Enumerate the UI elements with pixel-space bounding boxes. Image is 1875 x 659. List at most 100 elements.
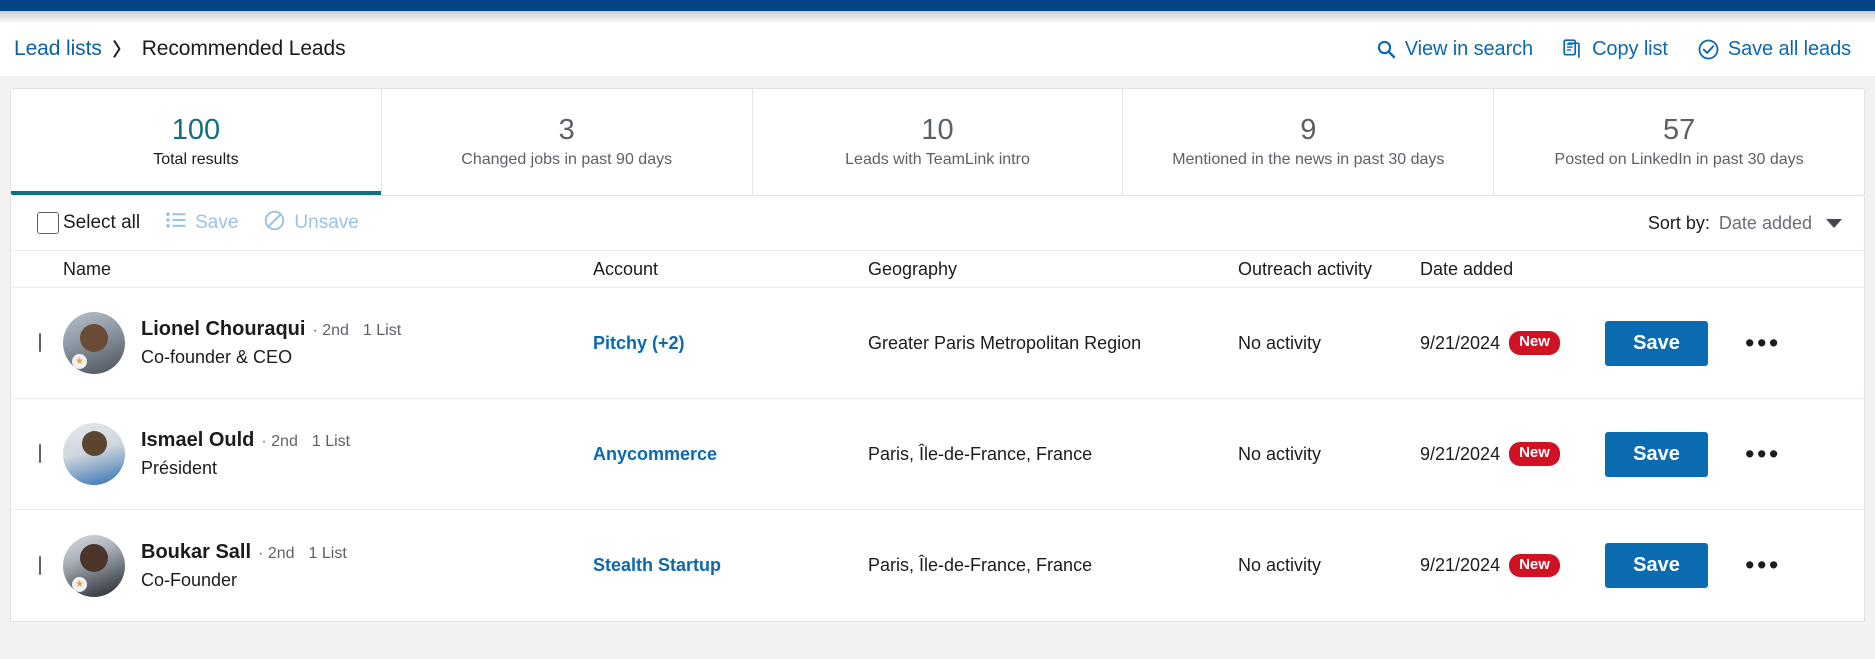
save-all-leads-button[interactable]: Save all leads [1698,38,1851,61]
stat-value: 3 [558,114,575,146]
geography-cell: Paris, Île-de-France, France [868,555,1093,575]
save-lead-button[interactable]: Save [1605,543,1708,588]
stat-tab-mentioned-in-news[interactable]: 9 Mentioned in the news in past 30 days [1123,89,1495,195]
column-header-name: Name [63,258,112,279]
table-header-row: Name Account Geography Outreach activity… [11,250,1864,288]
lead-title: Co-Founder [141,569,238,590]
avatar-badge-icon: ★ [72,576,87,592]
view-in-search-button[interactable]: View in search [1376,38,1533,61]
check-circle-icon [1698,39,1719,60]
column-header-date-added: Date added [1420,258,1514,279]
row-select-checkbox[interactable] [39,444,41,463]
connection-degree: · 2nd [261,433,298,450]
outreach-activity-cell: No activity [1238,332,1322,353]
stat-tab-changed-jobs[interactable]: 3 Changed jobs in past 90 days [382,89,753,195]
view-in-search-label: View in search [1404,37,1534,60]
copy-list-label: Copy list [1592,37,1668,60]
stat-tab-posted-on-linkedin[interactable]: 57 Posted on LinkedIn in past 30 days [1494,89,1864,195]
column-header-geography: Geography [868,258,958,279]
bulk-unsave-label: Unsave [294,212,359,233]
app-top-bar [0,0,1875,11]
column-header-outreach-activity: Outreach activity [1238,258,1373,279]
breadcrumb-lead-lists[interactable]: Lead lists [14,37,102,61]
lead-name-link[interactable]: Boukar Sall [141,541,251,564]
bulk-unsave-button[interactable]: Unsave [264,210,359,237]
outreach-activity-cell: No activity [1238,443,1322,464]
account-cell: Stealth Startup [593,555,868,576]
sort-by-value[interactable]: Date added [1719,213,1812,234]
copy-icon [1563,38,1583,60]
stat-value: 9 [1300,114,1317,146]
toolbar-left-group: Select all Save Unsave [37,210,359,237]
stat-tab-teamlink-intro[interactable]: 10 Leads with TeamLink intro [753,89,1124,195]
results-panel: Select all Save Unsave Sort by: Date add… [10,196,1865,622]
save-cell: Save [1605,320,1745,366]
select-all-checkbox[interactable] [37,212,59,234]
stat-value: 100 [171,114,221,146]
lead-name-link[interactable]: Lionel Chouraqui [141,318,305,341]
date-added-value: 9/21/2024 [1420,332,1501,353]
more-cell: ••• [1745,328,1864,358]
save-cell: Save [1605,431,1745,477]
lead-name-cell: ★ Boukar Sall · 2nd 1 List Co-Founder [63,534,593,597]
ban-icon [264,210,285,237]
page-header: Lead lists 〉 Recommended Leads View in s… [0,22,1875,76]
list-count: 1 List [362,322,402,339]
column-header-account: Account [593,258,659,279]
row-select-checkbox[interactable] [39,333,41,352]
bulk-save-label: Save [195,212,239,233]
table-row: ★ Lionel Chouraqui · 2nd 1 List Co-found… [11,288,1864,399]
stat-tab-total-results[interactable]: 100 Total results [11,89,382,195]
copy-list-button[interactable]: Copy list [1563,38,1668,61]
account-link[interactable]: Pitchy (+2) [593,333,685,353]
lead-title: Président [141,458,218,478]
lead-title: Co-founder & CEO [141,347,293,367]
breadcrumb: Lead lists 〉 Recommended Leads [14,36,346,62]
stat-label: Mentioned in the news in past 30 days [1172,151,1445,168]
date-added-cell: 9/21/2024 New [1420,442,1605,466]
account-link[interactable]: Stealth Startup [593,555,721,575]
account-cell: Pitchy (+2) [593,333,868,354]
overflow-menu-icon[interactable]: ••• [1745,328,1781,358]
more-cell: ••• [1745,439,1864,469]
top-gradient-strip [0,11,1875,22]
save-cell: Save [1605,543,1745,588]
date-added-value: 9/21/2024 [1420,555,1501,575]
list-count: 1 List [308,544,347,562]
chevron-down-icon[interactable] [1826,218,1842,228]
more-cell: ••• [1745,552,1864,579]
connection-degree: · 2nd [258,544,295,562]
sort-control[interactable]: Sort by: Date added [1648,213,1842,234]
bulk-save-button[interactable]: Save [166,212,238,234]
geography-cell: Greater Paris Metropolitan Region [868,332,1142,353]
outreach-activity-cell: No activity [1238,555,1322,575]
avatar[interactable]: ★ [63,534,125,597]
stat-value: 57 [1662,114,1696,146]
page-title: Recommended Leads [141,37,346,60]
stat-value: 10 [921,114,954,146]
row-select-checkbox[interactable] [39,555,41,575]
stats-tab-bar: 100 Total results 3 Changed jobs in past… [10,88,1865,196]
avatar[interactable]: ★ [63,312,125,374]
account-link[interactable]: Anycommerce [593,444,717,464]
select-all-label[interactable]: Select all [63,212,140,234]
overflow-menu-icon[interactable]: ••• [1745,550,1781,580]
breadcrumb-separator-icon: 〉 [112,40,131,60]
row-checkbox-cell [11,555,63,575]
stat-label: Posted on LinkedIn in past 30 days [1554,151,1804,168]
avatar[interactable] [63,423,125,485]
overflow-menu-icon[interactable]: ••• [1745,439,1781,469]
save-lead-button[interactable]: Save [1605,320,1708,366]
stat-label: Changed jobs in past 90 days [461,151,673,168]
stat-label: Total results [153,151,239,168]
date-added-cell: 9/21/2024 New [1420,331,1605,355]
header-actions: View in search Copy list Save all leads [1376,38,1851,61]
list-icon [166,212,186,234]
save-lead-button[interactable]: Save [1605,431,1708,477]
table-row: ★ Boukar Sall · 2nd 1 List Co-Founder St… [11,510,1864,621]
lead-name-cell: ★ Lionel Chouraqui · 2nd 1 List Co-found… [63,312,593,374]
list-count: 1 List [311,433,351,450]
new-badge: New [1509,553,1560,578]
date-added-value: 9/21/2024 [1420,443,1501,464]
lead-name-link[interactable]: Ismael Ould [141,429,254,452]
